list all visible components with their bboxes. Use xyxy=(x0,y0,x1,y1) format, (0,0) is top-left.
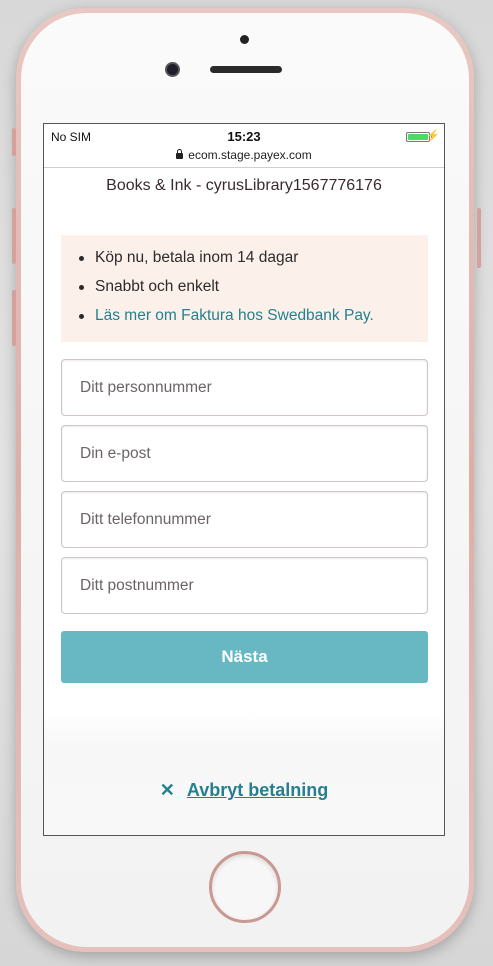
address-bar[interactable]: ecom.stage.payex.com xyxy=(44,148,444,162)
info-item: Snabbt och enkelt xyxy=(79,276,412,305)
volume-down-button xyxy=(12,290,16,346)
zip-field[interactable] xyxy=(62,558,427,613)
phone-screen: No SIM 15:23 ⚡ ecom.stage.payex.com Book… xyxy=(43,123,445,836)
url-text: ecom.stage.payex.com xyxy=(188,148,312,162)
lock-icon xyxy=(176,149,184,159)
volume-up-button xyxy=(12,208,16,264)
zip-field-wrapper xyxy=(61,557,428,614)
charging-icon: ⚡ xyxy=(426,130,440,142)
merchant-title: Books & Ink - cyrusLibrary1567776176 xyxy=(106,177,382,194)
mute-switch xyxy=(12,128,16,156)
status-bar: No SIM 15:23 ⚡ ecom.stage.payex.com xyxy=(44,124,444,168)
info-item: Köp nu, betala inom 14 dagar xyxy=(79,247,412,276)
next-button[interactable]: Nästa xyxy=(61,631,428,683)
ssn-field-wrapper xyxy=(61,359,428,416)
power-button xyxy=(477,208,481,268)
read-more-link[interactable]: Läs mer om Faktura hos Swedbank Pay. xyxy=(79,305,412,334)
email-field-wrapper xyxy=(61,425,428,482)
proximity-sensor xyxy=(240,35,249,44)
phone-field-wrapper xyxy=(61,491,428,548)
clock: 15:23 xyxy=(227,129,261,144)
ssn-field[interactable] xyxy=(62,360,427,415)
cancel-label: Avbryt betalning xyxy=(186,780,329,800)
close-icon: ✕ xyxy=(159,780,175,800)
info-list: Köp nu, betala inom 14 dagar Snabbt och … xyxy=(79,247,412,334)
front-camera xyxy=(165,62,180,77)
home-button[interactable] xyxy=(209,851,281,923)
cancel-payment-link[interactable]: ✕ Avbryt betalning xyxy=(44,780,444,801)
earpiece-speaker xyxy=(210,66,282,73)
footer-area xyxy=(44,710,444,835)
phone-field[interactable] xyxy=(62,492,427,547)
email-field[interactable] xyxy=(62,426,427,481)
info-box: Köp nu, betala inom 14 dagar Snabbt och … xyxy=(61,235,428,342)
